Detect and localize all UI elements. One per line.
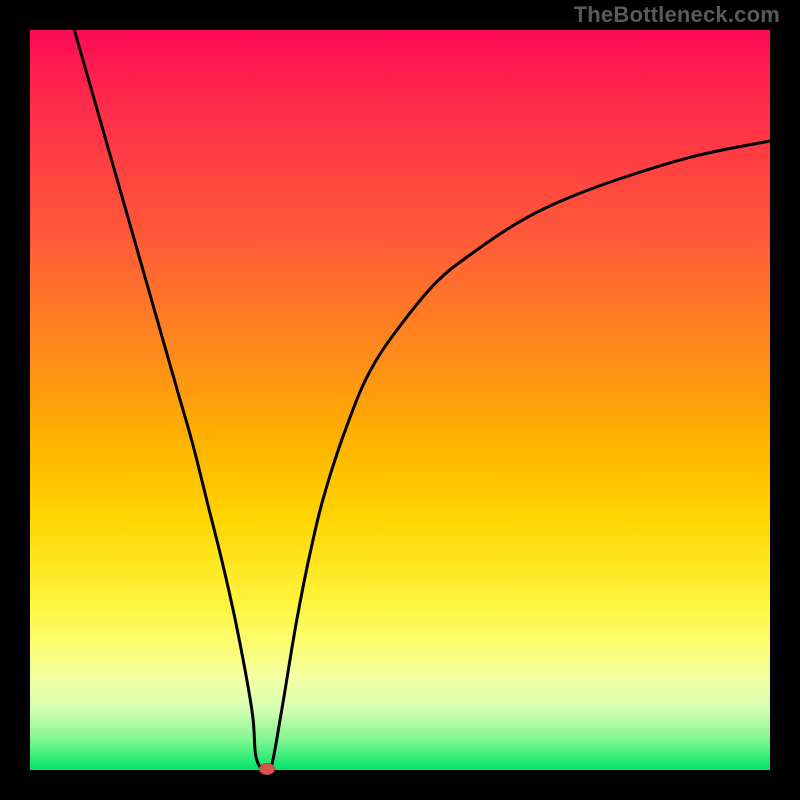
chart-frame: TheBottleneck.com [0, 0, 800, 800]
watermark-text: TheBottleneck.com [574, 2, 780, 28]
optimum-marker [259, 763, 275, 775]
plot-area [30, 30, 770, 770]
bottleneck-curve [30, 30, 770, 770]
curve-path [74, 30, 770, 775]
